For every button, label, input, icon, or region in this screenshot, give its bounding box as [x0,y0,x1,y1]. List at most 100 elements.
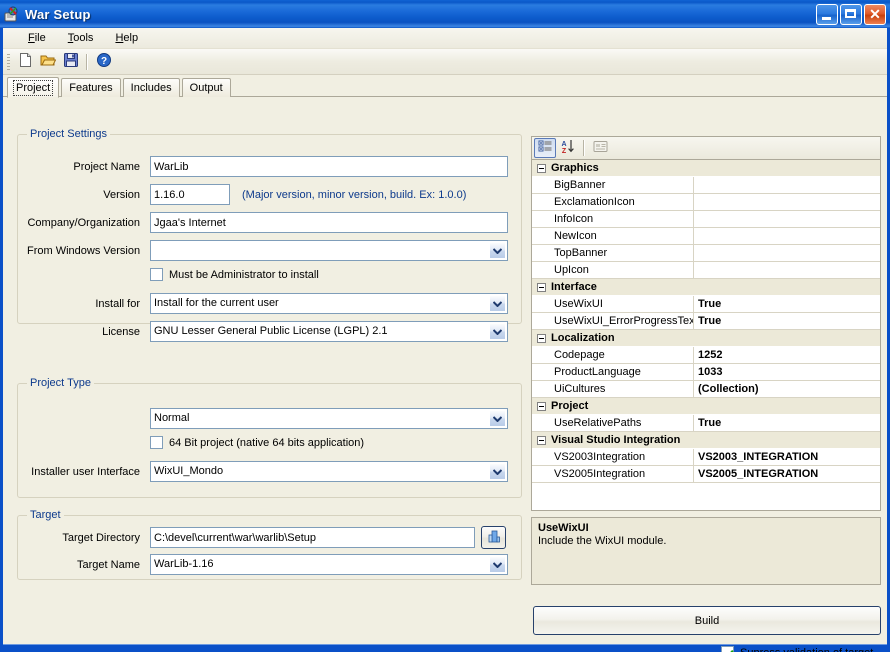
supress-validation-row[interactable]: Supress validation of target [721,646,873,652]
browse-target-directory-button[interactable] [481,526,506,549]
close-button[interactable]: ✕ [864,4,886,25]
property-row[interactable]: VS2003IntegrationVS2003_INTEGRATION [532,449,880,466]
categorized-view-button[interactable] [534,138,556,158]
property-value[interactable] [694,262,880,278]
must-be-admin-checkbox[interactable] [150,268,163,281]
property-row[interactable]: UseWixUITrue [532,296,880,313]
save-button[interactable] [59,51,82,73]
tab-includes[interactable]: Includes [123,78,180,97]
company-row: Company/Organization [27,212,512,233]
property-name: TopBanner [532,245,694,261]
property-category[interactable]: Graphics [532,160,880,177]
property-row[interactable]: UseWixUI_ErrorProgressTextTrue [532,313,880,330]
build-button[interactable]: Build [533,606,881,635]
property-value[interactable] [694,211,880,227]
minimize-button[interactable] [816,4,838,25]
property-value[interactable] [694,228,880,244]
property-value[interactable]: 1252 [694,347,880,363]
install-for-combo[interactable]: Install for the current user [150,293,508,314]
is-64bit-checkbox[interactable] [150,436,163,449]
property-value[interactable]: True [694,415,880,431]
property-value[interactable]: 1033 [694,364,880,380]
property-row[interactable]: ExclamationIcon [532,194,880,211]
property-value[interactable]: (Collection) [694,381,880,397]
project-name-input[interactable] [150,156,508,177]
supress-validation-label: Supress validation of target [740,647,873,652]
install-for-row: Install for Install for the current user [27,293,512,314]
from-windows-version-combo[interactable] [150,240,508,261]
property-grid-toolbar-separator [583,140,585,156]
alphabetical-sort-button[interactable]: A Z [557,138,579,158]
chevron-down-icon [489,323,506,340]
tab-output[interactable]: Output [182,78,231,97]
license-combo[interactable]: GNU Lesser General Public License (LGPL)… [150,321,508,342]
property-pages-button[interactable] [589,138,611,158]
must-be-admin-row[interactable]: Must be Administrator to install [150,268,319,281]
installer-ui-combo[interactable]: WixUI_Mondo [150,461,508,482]
new-icon [17,52,33,71]
tab-project[interactable]: Project [7,77,59,98]
property-value[interactable] [694,245,880,261]
property-row[interactable]: UpIcon [532,262,880,279]
help-button[interactable]: ? [92,51,115,73]
is-64bit-row[interactable]: 64 Bit project (native 64 bits applicati… [150,436,364,449]
property-value[interactable]: VS2003_INTEGRATION [694,449,880,465]
property-row[interactable]: TopBanner [532,245,880,262]
tab-features[interactable]: Features [61,78,120,97]
svg-text:?: ? [100,56,106,67]
collapse-icon[interactable] [537,402,546,411]
company-input[interactable] [150,212,508,233]
property-grid-rows[interactable]: GraphicsBigBannerExclamationIconInfoIcon… [532,160,880,510]
supress-validation-checkbox[interactable] [721,646,734,652]
menu-tools[interactable]: Tools [57,30,105,46]
installer-ui-row: Installer user Interface WixUI_Mondo [27,461,512,482]
property-category[interactable]: Localization [532,330,880,347]
tab-includes-label: Includes [131,82,172,94]
menu-help[interactable]: Help [104,30,149,46]
installer-ui-label: Installer user Interface [27,466,140,478]
collapse-icon[interactable] [537,283,546,292]
property-value[interactable]: True [694,296,880,312]
target-name-combo[interactable]: WarLib-1.16 [150,554,508,575]
property-name: UseWixUI [532,296,694,312]
property-row[interactable]: VS2005IntegrationVS2005_INTEGRATION [532,466,880,483]
collapse-icon[interactable] [537,164,546,173]
collapse-icon[interactable] [537,334,546,343]
property-row[interactable]: BigBanner [532,177,880,194]
property-value[interactable]: VS2005_INTEGRATION [694,466,880,482]
client-area: File Tools Help [3,28,887,645]
new-button[interactable] [13,51,36,73]
installer-ui-value: WixUI_Mondo [154,462,223,481]
menu-file[interactable]: File [17,30,57,46]
build-button-label: Build [695,615,719,627]
svg-text:A: A [561,141,566,148]
from-windows-version-row: From Windows Version [27,240,512,261]
property-row[interactable]: UseRelativePathsTrue [532,415,880,432]
property-row[interactable]: UiCultures(Collection) [532,381,880,398]
property-category-label: Visual Studio Integration [551,434,680,446]
property-row[interactable]: ProductLanguage1033 [532,364,880,381]
property-row[interactable]: Codepage1252 [532,347,880,364]
collapse-icon[interactable] [537,436,546,445]
property-category[interactable]: Visual Studio Integration [532,432,880,449]
property-category[interactable]: Interface [532,279,880,296]
main-toolbar: ? [3,49,887,75]
property-row[interactable]: InfoIcon [532,211,880,228]
property-name: VS2003Integration [532,449,694,465]
from-windows-version-label: From Windows Version [27,245,140,257]
project-type-combo[interactable]: Normal [150,408,508,429]
property-category[interactable]: Project [532,398,880,415]
menu-bar: File Tools Help [3,28,887,49]
property-name: UiCultures [532,381,694,397]
target-directory-input[interactable] [150,527,475,548]
toolbar-grip[interactable] [7,54,10,70]
maximize-button[interactable] [840,4,862,25]
property-value[interactable]: True [694,313,880,329]
property-value[interactable] [694,177,880,193]
project-type-title: Project Type [27,377,94,389]
open-button[interactable] [36,51,59,73]
property-value[interactable] [694,194,880,210]
property-row[interactable]: NewIcon [532,228,880,245]
tab-strip: Project Features Includes Output [3,75,887,97]
version-input[interactable] [150,184,230,205]
